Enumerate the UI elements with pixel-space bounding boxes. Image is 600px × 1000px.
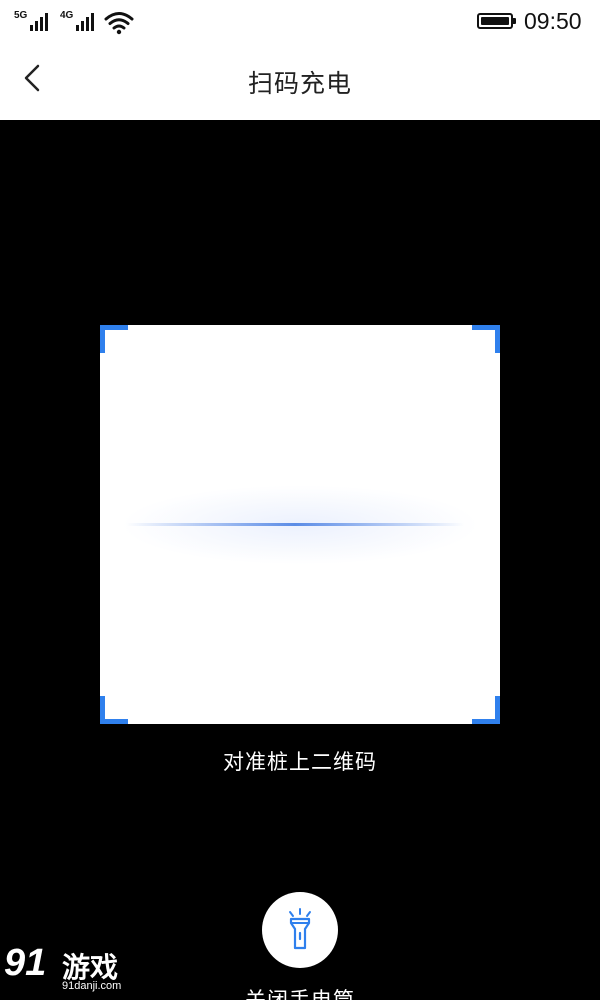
status-time: 09:50 <box>524 8 582 34</box>
scan-frame-corner <box>100 325 128 353</box>
wifi-icon <box>104 12 134 35</box>
qr-scan-frame <box>100 325 500 724</box>
signal-1-label: 5G <box>14 10 28 21</box>
watermark-url: 91danji.com <box>62 980 122 992</box>
page-title: 扫码充电 <box>247 69 352 98</box>
flashlight-icon <box>289 908 311 950</box>
flashlight-toggle-button[interactable] <box>262 892 338 968</box>
scan-charge-screen: 5G 4G 09:50 扫码充电 对准桩上二维码 关闭手电筒 91 游戏 91d… <box>0 0 600 1000</box>
battery-full-icon <box>477 13 516 29</box>
signal-2-label: 4G <box>60 10 74 21</box>
scan-frame-corner <box>472 696 500 724</box>
cellular-signal-icon <box>76 13 94 31</box>
scan-frame-corner <box>100 696 128 724</box>
watermark-number: 91 <box>4 942 47 984</box>
status-bar: 5G 4G 09:50 <box>0 0 600 44</box>
site-watermark-logo: 91 游戏 91danji.com <box>0 940 140 1000</box>
scan-hint-text: 对准桩上二维码 <box>223 750 377 774</box>
nav-bar: 扫码充电 <box>0 44 600 120</box>
scan-frame-corner <box>472 325 500 353</box>
cellular-signal-icon <box>30 13 48 31</box>
scan-line <box>126 523 464 526</box>
